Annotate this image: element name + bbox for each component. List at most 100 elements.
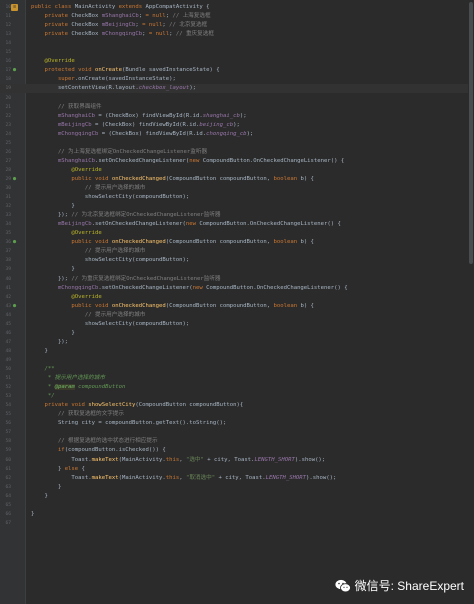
code-line[interactable]: 31 showSelectCity(compoundButton);	[0, 193, 474, 202]
scrollbar-thumb[interactable]	[469, 2, 473, 264]
code-line[interactable]: 30 // 提示用户选择的城市	[0, 184, 474, 193]
code-text: // 为上海复选框绑定OnCheckedChangeListener监听器	[31, 148, 207, 157]
line-number: 27	[5, 158, 11, 164]
code-line[interactable]: 56 String city = compoundButton.getText(…	[0, 419, 474, 428]
code-line[interactable]: 63 }	[0, 483, 474, 492]
code-line[interactable]: 43 ● public void onCheckedChanged(Compoun…	[0, 302, 474, 311]
line-number: 60	[5, 457, 11, 463]
code-token: new	[185, 221, 200, 228]
code-editor[interactable]: 10 ≡ public class MainActivity extends App…	[0, 0, 474, 604]
code-line[interactable]: 19 setContentView(R.layout.checkbox_layo…	[0, 84, 474, 94]
code-token: // 提示用户选择的城市	[31, 311, 146, 318]
code-line[interactable]: 27 mShanghaiCb.setOnCheckedChangeListene…	[0, 157, 474, 166]
code-line[interactable]: 26 // 为上海复选框绑定OnCheckedChangeListener监听器	[0, 148, 474, 157]
code-line[interactable]: 10 ≡ public class MainActivity extends App…	[0, 3, 474, 12]
code-line[interactable]: 58 // 根据复选框的选中状态进行相应提示	[0, 437, 474, 446]
vertical-scrollbar[interactable]	[468, 0, 474, 604]
code-line[interactable]: 62 Toast.makeText(MainActivity.this, "取消…	[0, 474, 474, 483]
code-token: }	[31, 347, 48, 354]
code-line[interactable]: 23 mBeijingCb = (CheckBox) findViewById(…	[0, 121, 474, 130]
code-line[interactable]: 50 /**	[0, 365, 474, 374]
code-line[interactable]: 18 super.onCreate(savedInstanceState);	[0, 75, 474, 84]
line-number: 23	[5, 122, 11, 128]
code-line[interactable]: 12 private CheckBox mBeijingCb; = null; …	[0, 21, 474, 30]
code-line[interactable]: 17 ● protected void onCreate(Bundle saved…	[0, 66, 474, 75]
code-line[interactable]: 36 ● public void onCheckedChanged(Compoun…	[0, 238, 474, 247]
code-line[interactable]: 59 if(compoundButton.isChecked()) {	[0, 446, 474, 455]
code-token: public void	[31, 175, 112, 182]
line-number: 15	[5, 50, 11, 56]
watermark-text: 微信号: ShareExpert	[354, 579, 464, 593]
code-line[interactable]: 34 mBeijingCb.setOnCheckedChangeListener…	[0, 220, 474, 229]
code-token: }	[31, 465, 65, 472]
code-line[interactable]: 32 }	[0, 202, 474, 211]
code-line[interactable]: 44 // 提示用户选择的城市	[0, 311, 474, 320]
code-line[interactable]: 60 Toast.makeText(MainActivity.this, "选中…	[0, 456, 474, 465]
line-number: 36	[5, 240, 11, 246]
code-line[interactable]: 64 }	[0, 492, 474, 501]
line-number: 17	[5, 68, 11, 74]
code-line[interactable]: 13 private CheckBox mChongqingCb; = null…	[0, 30, 474, 39]
code-text: mBeijingCb.setOnCheckedChangeListener(ne…	[31, 220, 341, 229]
code-line[interactable]: 20	[0, 94, 474, 103]
code-token: setContentView(R.layout.	[31, 85, 139, 92]
wechat-icon	[335, 579, 351, 592]
code-token: }	[31, 492, 48, 499]
code-line[interactable]: 39 }	[0, 265, 474, 274]
code-line[interactable]: 41 mChongqingCb.setOnCheckedChangeListen…	[0, 284, 474, 293]
override-gutter-icon[interactable]: ●	[11, 176, 18, 183]
line-number: 28	[5, 167, 11, 173]
code-text: }	[31, 202, 74, 211]
override-gutter-icon[interactable]: ●	[11, 303, 18, 310]
code-line[interactable]: 49	[0, 356, 474, 365]
code-token: (Bundle savedInstanceState) {	[121, 67, 220, 74]
override-gutter-icon[interactable]: ●	[11, 67, 18, 74]
code-line[interactable]: 28 @Override	[0, 166, 474, 175]
code-line[interactable]: 35 @Override	[0, 229, 474, 238]
code-line[interactable]: 48 }	[0, 347, 474, 356]
override-gutter-icon[interactable]: ●	[11, 239, 18, 246]
code-line[interactable]: 47 });	[0, 338, 474, 347]
code-line[interactable]: 21 // 获取界面组件	[0, 103, 474, 112]
code-token: ,	[179, 456, 186, 463]
line-number: 30	[5, 186, 11, 191]
code-line[interactable]: 67	[0, 519, 474, 528]
line-number: 44	[5, 312, 11, 318]
code-line[interactable]: 61 } else {	[0, 465, 474, 474]
code-text: // 提示用户选择的城市	[31, 247, 145, 256]
code-line[interactable]: 25	[0, 139, 474, 148]
code-line[interactable]: 14	[0, 39, 474, 48]
code-line[interactable]: 46 }	[0, 329, 474, 338]
line-number: 67	[5, 520, 11, 526]
code-line[interactable]: 15	[0, 48, 474, 57]
code-line[interactable]: 57	[0, 428, 474, 437]
code-line[interactable]: 66}	[0, 510, 474, 519]
code-token: CompoundButton.OnCheckedChangeListener()…	[202, 157, 345, 164]
line-number: 63	[5, 484, 11, 490]
code-text: }	[31, 510, 34, 519]
code-line[interactable]: 37 // 提示用户选择的城市	[0, 247, 474, 256]
code-line[interactable]: 45 showSelectCity(compoundButton);	[0, 320, 474, 329]
code-text: } else {	[31, 465, 85, 474]
code-line[interactable]: 22 mShanghaiCb = (CheckBox) findViewById…	[0, 112, 474, 121]
code-line[interactable]: 42 @Override	[0, 293, 474, 302]
code-line[interactable]: 38 showSelectCity(compoundButton);	[0, 256, 474, 265]
code-line[interactable]: 55 // 获取复选框的文字提示	[0, 410, 474, 419]
code-text: }); // 为重庆复选框绑定OnCheckedChangeListener监听…	[31, 275, 221, 284]
code-line[interactable]: 65	[0, 501, 474, 510]
class-gutter-icon[interactable]: ≡	[11, 4, 18, 11]
code-line[interactable]: 53 */	[0, 392, 474, 401]
code-line[interactable]: 33 }); // 为北京复选框绑定OnCheckedChangeListene…	[0, 211, 474, 220]
code-line[interactable]: 24 mChongqingCb = (CheckBox) findViewByI…	[0, 130, 474, 139]
code-line[interactable]: 54 private void showSelectCity(CompoundB…	[0, 401, 474, 410]
code-line[interactable]: 29 ● public void onCheckedChanged(Compoun…	[0, 175, 474, 184]
code-line[interactable]: 52 * @param compoundButton	[0, 383, 474, 392]
code-token: });	[31, 275, 72, 282]
code-token: onCreate	[95, 67, 122, 74]
code-text: * 提示用户选择的城市	[31, 374, 105, 383]
code-line[interactable]: 16 @Override	[0, 57, 474, 66]
code-line[interactable]: 51 * 提示用户选择的城市	[0, 374, 474, 383]
code-line[interactable]: 11 private CheckBox mShanghaiCb; = null;…	[0, 12, 474, 21]
code-line[interactable]: 40 }); // 为重庆复选框绑定OnCheckedChangeListene…	[0, 275, 474, 284]
line-number: 10	[5, 5, 11, 10]
